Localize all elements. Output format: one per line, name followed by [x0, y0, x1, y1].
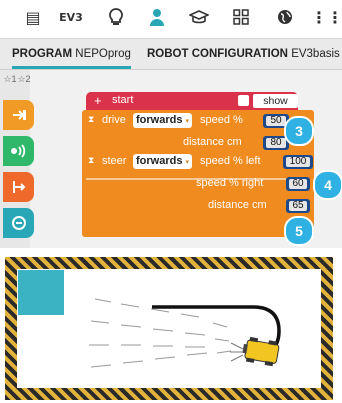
hourglass-icon: ⧗	[88, 156, 95, 166]
steer-distance-value: 65	[289, 201, 307, 211]
start-zone	[18, 270, 64, 315]
steer-speed-right-value: 60	[289, 179, 307, 189]
steer-direction-dropdown[interactable]: forwards ▾	[133, 154, 192, 169]
action-category-icon[interactable]	[3, 100, 34, 130]
drive-distance-label: distance cm	[183, 136, 242, 148]
tab-bar: PROGRAM NEPOprog ROBOT CONFIGURATION EV3…	[0, 38, 342, 70]
globe-icon[interactable]	[272, 5, 298, 29]
sensor-rays	[89, 298, 232, 368]
tab-program[interactable]: PROGRAM NEPOprog	[12, 39, 131, 69]
top-toolbar: ▤ EV3 ⋮⋮	[0, 0, 342, 34]
show-sensor-checkbox[interactable]	[238, 95, 249, 106]
graduation-cap-icon[interactable]	[186, 5, 212, 29]
program-workspace[interactable]: ☆1 ☆2 + start show sensor data ⧗ drive f…	[0, 70, 342, 248]
plus-icon[interactable]: +	[94, 93, 102, 108]
tab-robot-name: EV3basis	[291, 48, 340, 60]
steer-distance-label: distance cm	[208, 199, 267, 211]
drive-speed-value: 50	[266, 116, 286, 126]
callout-5: 5	[284, 216, 314, 246]
steer-speed-left-label: speed % left	[200, 155, 261, 167]
steer-distance-input[interactable]: 65	[286, 199, 310, 213]
arena-field	[17, 269, 321, 388]
hourglass-icon: ⧗	[88, 115, 95, 125]
tab-robot-label: ROBOT CONFIGURATION	[147, 48, 288, 60]
logic-category-icon[interactable]	[3, 208, 34, 238]
robot-car-icon	[242, 336, 280, 367]
steer-label: steer	[102, 155, 127, 167]
callout-4: 4	[313, 170, 342, 200]
dropdown-arrow-icon: ▾	[185, 159, 189, 166]
tab-program-label: PROGRAM	[12, 48, 73, 60]
robot-sensor-beam	[230, 342, 244, 362]
steer-speed-left-value: 100	[286, 157, 310, 167]
ev3-icon[interactable]: EV3	[58, 5, 84, 29]
user-icon[interactable]	[144, 5, 170, 29]
steer-speed-right-input[interactable]: 60	[286, 177, 310, 191]
more-icon[interactable]: ⋮⋮	[311, 5, 342, 29]
control-category-icon[interactable]	[3, 172, 34, 202]
drive-distance-value: 80	[266, 138, 286, 148]
document-icon[interactable]: ▤	[20, 5, 46, 29]
steer-speed-left-input[interactable]: 100	[283, 155, 313, 169]
drive-direction-value: forwards	[136, 114, 183, 126]
show-sensor-label: show sensor data	[253, 94, 298, 135]
level-2-toggle[interactable]: ☆2	[16, 74, 32, 85]
sensor-category-icon[interactable]	[3, 136, 34, 166]
action-blocks[interactable]	[82, 110, 314, 237]
callout-3: 3	[284, 116, 314, 146]
drive-speed-label: speed %	[200, 114, 243, 126]
start-label: start	[112, 94, 134, 106]
drive-direction-dropdown[interactable]: forwards ▾	[133, 113, 192, 128]
drive-label: drive	[102, 114, 126, 126]
dropdown-arrow-icon: ▾	[185, 118, 189, 125]
tab-robot-configuration[interactable]: ROBOT CONFIGURATION EV3basis	[147, 39, 340, 69]
steer-direction-value: forwards	[136, 155, 183, 167]
start-block[interactable]: + start show sensor data	[86, 92, 298, 135]
simulation-arena	[5, 257, 333, 400]
lightbulb-icon[interactable]	[103, 5, 129, 29]
steer-speed-right-label: speed % right	[196, 177, 264, 189]
simulation-scene	[18, 270, 281, 368]
grid-icon[interactable]	[228, 5, 254, 29]
tab-program-name: NEPOprog	[75, 48, 131, 60]
